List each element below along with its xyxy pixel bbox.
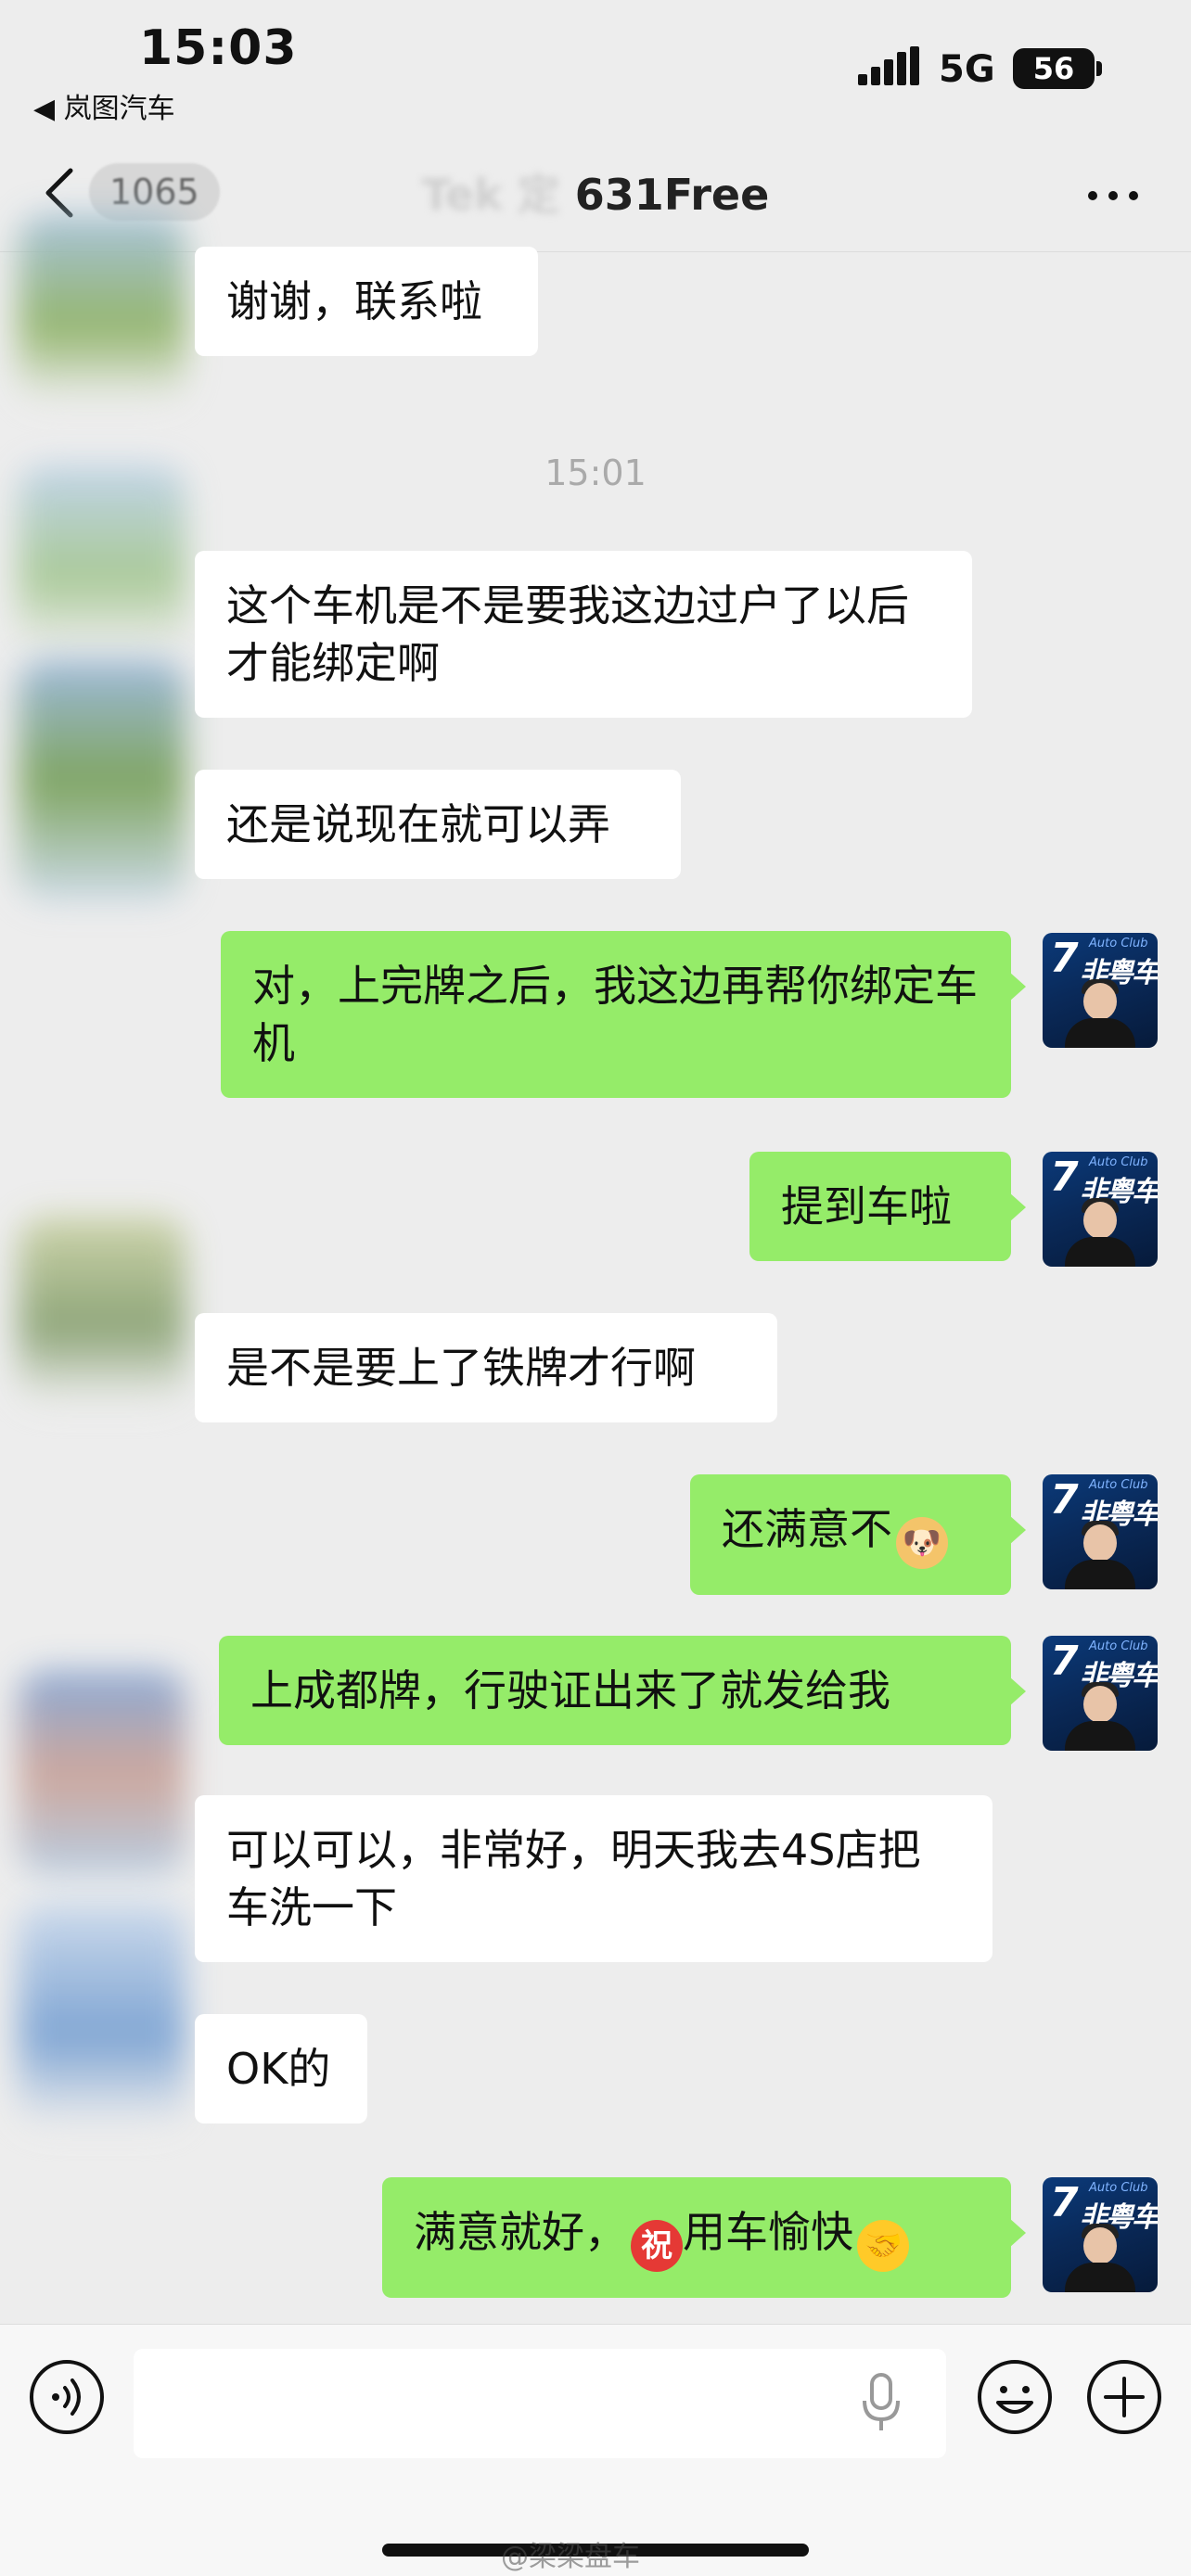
avatar-face (1083, 983, 1117, 1020)
status-time: 15:03 (139, 20, 298, 76)
message-bubble-incoming[interactable]: 是不是要上了铁牌才行啊 (195, 1313, 777, 1422)
avatar-logo-number: 7 (1050, 935, 1079, 982)
message-bubble-incoming[interactable]: 还是说现在就可以弄 (195, 770, 681, 879)
network-type: 5G (939, 48, 995, 91)
signal-icon (858, 46, 919, 85)
avatar-body (1065, 2263, 1135, 2292)
unread-count-badge[interactable]: 1065 (89, 163, 220, 221)
avatar-logo-number: 7 (1050, 2179, 1079, 2226)
chat-title: Tek 定 631Free (352, 161, 839, 223)
avatar-logo-sub: Auto Club (1089, 1478, 1148, 1492)
avatar-body (1065, 1560, 1135, 1589)
message-text: 满意就好， (414, 2207, 627, 2257)
my-avatar[interactable]: 7 Auto Club 非粤车 (1043, 1636, 1158, 1751)
chat-title-text: 631Free (574, 170, 770, 220)
avatar-body (1065, 1237, 1135, 1267)
my-avatar[interactable]: 7 Auto Club 非粤车 (1043, 2177, 1158, 2292)
handshake-emoji-icon: 🤝 (857, 2220, 909, 2272)
message-text: 可以可以，非常好，明天我去4S店把车洗一下 (226, 1825, 921, 1932)
contact-avatar-blurred (19, 215, 186, 401)
my-avatar[interactable]: 7 Auto Club 非粤车 (1043, 933, 1158, 1048)
message-text: 谢谢，联系啦 (226, 276, 482, 326)
blessing-emoji-icon: 祝 (631, 2220, 683, 2272)
more-options-icon[interactable] (1083, 182, 1143, 210)
message-bubble-outgoing[interactable]: 满意就好，祝用车愉快 🤝 (382, 2177, 1026, 2298)
message-text: 上成都牌，行驶证出来了就发给我 (250, 1665, 890, 1715)
chat-title-blurred: Tek (421, 170, 503, 220)
back-to-app-link[interactable]: ◀ 岚图汽车 (33, 85, 175, 126)
message-text: 对，上完牌之后，我这边再帮你绑定车机 (252, 961, 978, 1068)
contact-avatar-blurred (19, 1671, 186, 1875)
avatar-face (1083, 1686, 1117, 1723)
message-timestamp: 15:01 (544, 453, 647, 493)
avatar-body (1065, 1018, 1135, 1048)
avatar-logo-number: 7 (1050, 1154, 1079, 1201)
contact-avatar-blurred (19, 660, 186, 901)
chat-message-list[interactable]: 谢谢，联系啦 15:01 这个车机是不是要我这边过户了以后才能绑定啊 还是说现在… (0, 215, 1191, 2324)
my-avatar[interactable]: 7 Auto Club 非粤车 (1043, 1474, 1158, 1589)
battery-icon: 56 (1013, 48, 1095, 89)
message-bubble-outgoing[interactable]: 提到车啦 (749, 1152, 1026, 1261)
message-bubble-incoming[interactable]: 可以可以，非常好，明天我去4S店把车洗一下 (195, 1795, 992, 1962)
message-text: 还是说现在就可以弄 (226, 799, 610, 849)
avatar-face (1083, 1202, 1117, 1239)
avatar-logo-sub: Auto Club (1089, 2181, 1148, 2195)
avatar-body (1065, 1721, 1135, 1751)
contact-avatar-blurred (19, 465, 186, 651)
battery-tip (1096, 61, 1102, 76)
message-text: 这个车机是不是要我这边过户了以后才能绑定啊 (226, 580, 909, 688)
message-bubble-incoming[interactable]: 这个车机是不是要我这边过户了以后才能绑定啊 (195, 551, 972, 718)
contact-avatar-blurred (19, 1217, 186, 1402)
avatar-face (1083, 2227, 1117, 2264)
message-bubble-outgoing[interactable]: 对，上完牌之后，我这边再帮你绑定车机 (221, 931, 1026, 1098)
avatar-logo-sub: Auto Club (1089, 1639, 1148, 1653)
message-text: 提到车啦 (781, 1181, 952, 1231)
message-bubble-incoming[interactable]: OK的 (195, 2014, 367, 2123)
chat-title-blurred-mid: 定 (517, 170, 560, 220)
avatar-logo-sub: Auto Club (1089, 937, 1148, 950)
status-bar: 15:03 ◀ 岚图汽车 5G 56 (0, 0, 1191, 139)
contact-avatar-blurred (19, 1903, 186, 2125)
message-text: OK的 (226, 2044, 331, 2094)
doge-emoji-icon: 🐶 (896, 1517, 948, 1569)
more-functions-plus-icon[interactable] (1085, 2358, 1163, 2436)
back-chevron-icon[interactable] (37, 165, 83, 221)
microphone-icon[interactable] (861, 2373, 902, 2432)
message-bubble-incoming[interactable]: 谢谢，联系啦 (195, 247, 538, 356)
weibo-watermark: @梁梁盘车 (501, 2541, 640, 2573)
emoji-picker-icon[interactable] (976, 2358, 1054, 2436)
avatar-face (1083, 1524, 1117, 1562)
my-avatar[interactable]: 7 Auto Club 非粤车 (1043, 1152, 1158, 1267)
avatar-logo-number: 7 (1050, 1638, 1079, 1685)
message-text-input[interactable] (134, 2349, 946, 2458)
message-bubble-outgoing[interactable]: 还满意不 🐶 (690, 1474, 1026, 1595)
avatar-logo-sub: Auto Club (1089, 1155, 1148, 1169)
voice-input-icon[interactable] (28, 2358, 106, 2436)
avatar-logo-number: 7 (1050, 1476, 1079, 1524)
message-bubble-outgoing[interactable]: 上成都牌，行驶证出来了就发给我 (219, 1636, 1026, 1745)
message-text: 还满意不 (722, 1504, 892, 1554)
message-text: 是不是要上了铁牌才行啊 (226, 1343, 696, 1393)
message-text: 用车愉快 (683, 2207, 853, 2257)
